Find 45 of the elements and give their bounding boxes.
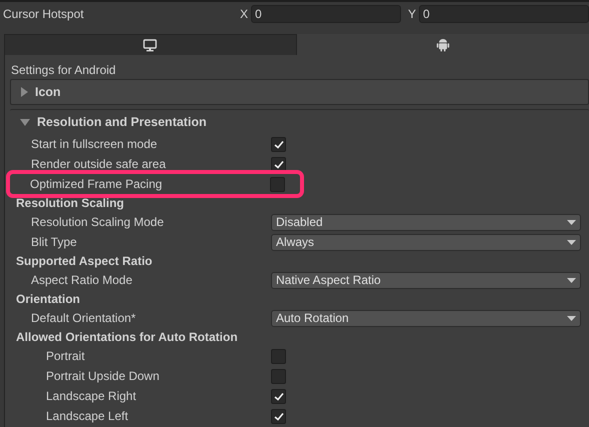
checkbox[interactable] [271,348,286,364]
checkbox[interactable] [271,388,286,404]
setting-label: Landscape Right [46,389,138,403]
dropdown[interactable]: Disabled [271,214,581,230]
setting-label: Landscape Left [46,409,130,423]
android-icon [436,38,450,52]
platform-tab[interactable] [4,34,296,55]
caret-icon [567,240,576,244]
axis-label: Y [408,7,416,21]
checkbox[interactable] [271,408,286,424]
group-heading: Allowed Orientations for Auto Rotation [16,330,238,344]
caret-icon [567,220,576,224]
platform-tab[interactable] [296,34,589,55]
checkbox[interactable] [270,176,285,192]
setting-label: Start in fullscreen mode [31,137,158,151]
group-heading: Supported Aspect Ratio [16,254,152,268]
group-heading: Orientation [16,292,80,306]
field-label: Cursor Hotspot [3,7,85,21]
number-field[interactable]: 0 [419,5,589,23]
setting-label: Portrait Upside Down [46,369,160,383]
checkmark-icon [274,412,284,420]
setting-label: Default Orientation* [31,311,137,325]
checkbox[interactable] [271,368,286,384]
group-heading: Resolution Scaling [16,196,124,210]
checkmark-icon [274,392,284,400]
setting-label: Aspect Ratio Mode [31,273,134,287]
setting-label: Optimized Frame Pacing [30,177,164,191]
caret-icon [567,316,576,320]
dropdown[interactable]: Auto Rotation [271,310,581,326]
foldout-header[interactable]: Icon [10,79,589,105]
setting-label: Portrait [46,349,86,363]
dropdown[interactable]: Always [271,234,581,250]
setting-label: Resolution Scaling Mode [31,215,165,229]
settings-title: Settings for Android [11,62,117,79]
checkmark-icon [274,160,284,168]
axis-label: X [240,7,248,21]
dropdown[interactable]: Native Aspect Ratio [271,272,581,288]
setting-label: Render outside safe area [31,157,167,171]
caret-icon [567,278,576,282]
checkbox[interactable] [271,136,286,152]
checkbox[interactable] [271,156,286,172]
setting-label: Blit Type [31,235,78,249]
checkmark-icon [274,140,284,148]
monitor-icon [143,38,158,52]
number-field[interactable]: 0 [250,5,401,23]
